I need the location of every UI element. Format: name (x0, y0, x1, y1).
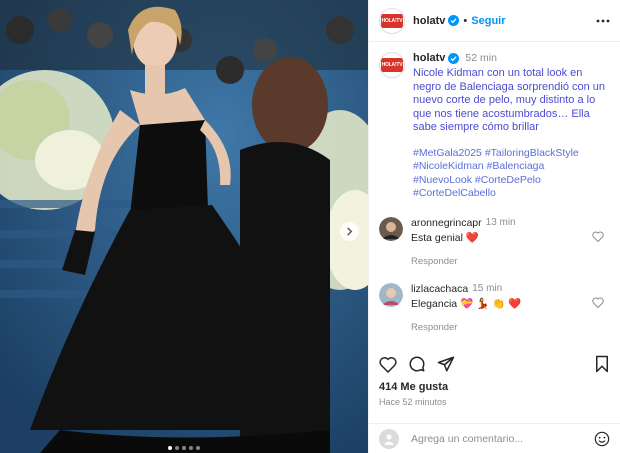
carousel-next-button[interactable] (340, 222, 359, 241)
brand-logo: HOLA!TV (381, 58, 403, 72)
caption-username[interactable]: holatv (413, 52, 445, 64)
hashtag-link[interactable]: #CorteDelCabello (413, 187, 496, 199)
comment-composer (369, 423, 620, 453)
reply-button[interactable]: Responder (411, 256, 610, 267)
share-icon (437, 356, 455, 372)
carousel-dots (0, 446, 368, 450)
photo-image (0, 0, 368, 453)
comment-button[interactable] (408, 355, 426, 373)
account-username[interactable]: holatv (413, 15, 445, 27)
caption-text: Nicole Kidman con un total look en negro… (413, 67, 606, 133)
verified-badge-icon (448, 15, 460, 26)
caption-time: 52 min (465, 52, 497, 64)
hashtag-link[interactable]: #MetGala2025 (413, 147, 482, 159)
carousel-dot (189, 446, 193, 450)
brand-logo: HOLA!TV (381, 13, 403, 28)
share-button[interactable] (437, 355, 455, 373)
comment-username[interactable]: lizlacachaca (411, 283, 468, 295)
comment-like-icon[interactable] (592, 297, 604, 308)
save-button[interactable] (594, 355, 610, 373)
carousel-dot (168, 446, 172, 450)
like-button[interactable] (379, 356, 397, 373)
carousel-dot (196, 446, 200, 450)
more-options-icon[interactable] (596, 19, 610, 23)
caption: HOLA!TV holatv 52 min Nicole Kidman con … (379, 52, 610, 201)
post-header: HOLA!TV holatv • Seguir (369, 0, 620, 42)
caption-avatar[interactable]: HOLA!TV (379, 52, 405, 78)
hashtag-link[interactable]: #Balenciaga (487, 160, 545, 172)
post-time: Hace 52 minutos (379, 397, 447, 407)
comment-like-icon[interactable] (592, 231, 604, 242)
reply-button[interactable]: Responder (411, 322, 610, 333)
chevron-right-icon (347, 227, 353, 236)
user-avatar (379, 428, 399, 449)
comment-item: lizlacachaca 15 min Elegancia 💝 💃 👏 ❤️ R… (379, 282, 610, 333)
emoji-icon (594, 431, 610, 446)
hashtag-link[interactable]: #NicoleKidman (413, 160, 484, 172)
post-side-panel: HOLA!TV holatv • Seguir HOLA!TV holatv 5… (368, 0, 620, 453)
emoji-button[interactable] (594, 431, 610, 447)
post-photo[interactable] (0, 0, 368, 453)
comment-text: Esta genial ❤️ (411, 231, 479, 244)
hashtag-link[interactable]: #NuevoLook (413, 174, 472, 186)
hashtags: #MetGala2025 #TailoringBlackStyle #Nicol… (413, 147, 610, 201)
hashtag-link[interactable]: #TailoringBlackStyle (485, 147, 579, 159)
likes-count[interactable]: 414 Me gusta (379, 381, 448, 393)
comment-item: aronnegrincapr 13 min Esta genial ❤️ Res… (379, 216, 610, 267)
commenter-avatar[interactable] (379, 282, 403, 307)
carousel-dot (175, 446, 179, 450)
follow-button[interactable]: Seguir (471, 15, 505, 27)
commenter-avatar[interactable] (379, 216, 403, 241)
comment-time: 13 min (485, 217, 516, 228)
comments-area: HOLA!TV holatv 52 min Nicole Kidman con … (369, 42, 620, 344)
post-actions (379, 352, 610, 376)
comment-time: 15 min (472, 283, 503, 294)
comment-icon (409, 356, 425, 372)
hashtag-link[interactable]: #CorteDePelo (475, 174, 541, 186)
comment-input[interactable] (411, 432, 594, 445)
carousel-dot (182, 446, 186, 450)
bookmark-icon (596, 355, 608, 373)
account-avatar[interactable]: HOLA!TV (379, 7, 405, 34)
verified-badge-icon (448, 52, 460, 64)
user-silhouette-icon (384, 434, 394, 445)
comment-username[interactable]: aronnegrincapr (411, 217, 482, 229)
heart-icon (379, 356, 397, 373)
comment-text: Elegancia 💝 💃 👏 ❤️ (411, 297, 522, 310)
header-separator: • (463, 14, 468, 27)
